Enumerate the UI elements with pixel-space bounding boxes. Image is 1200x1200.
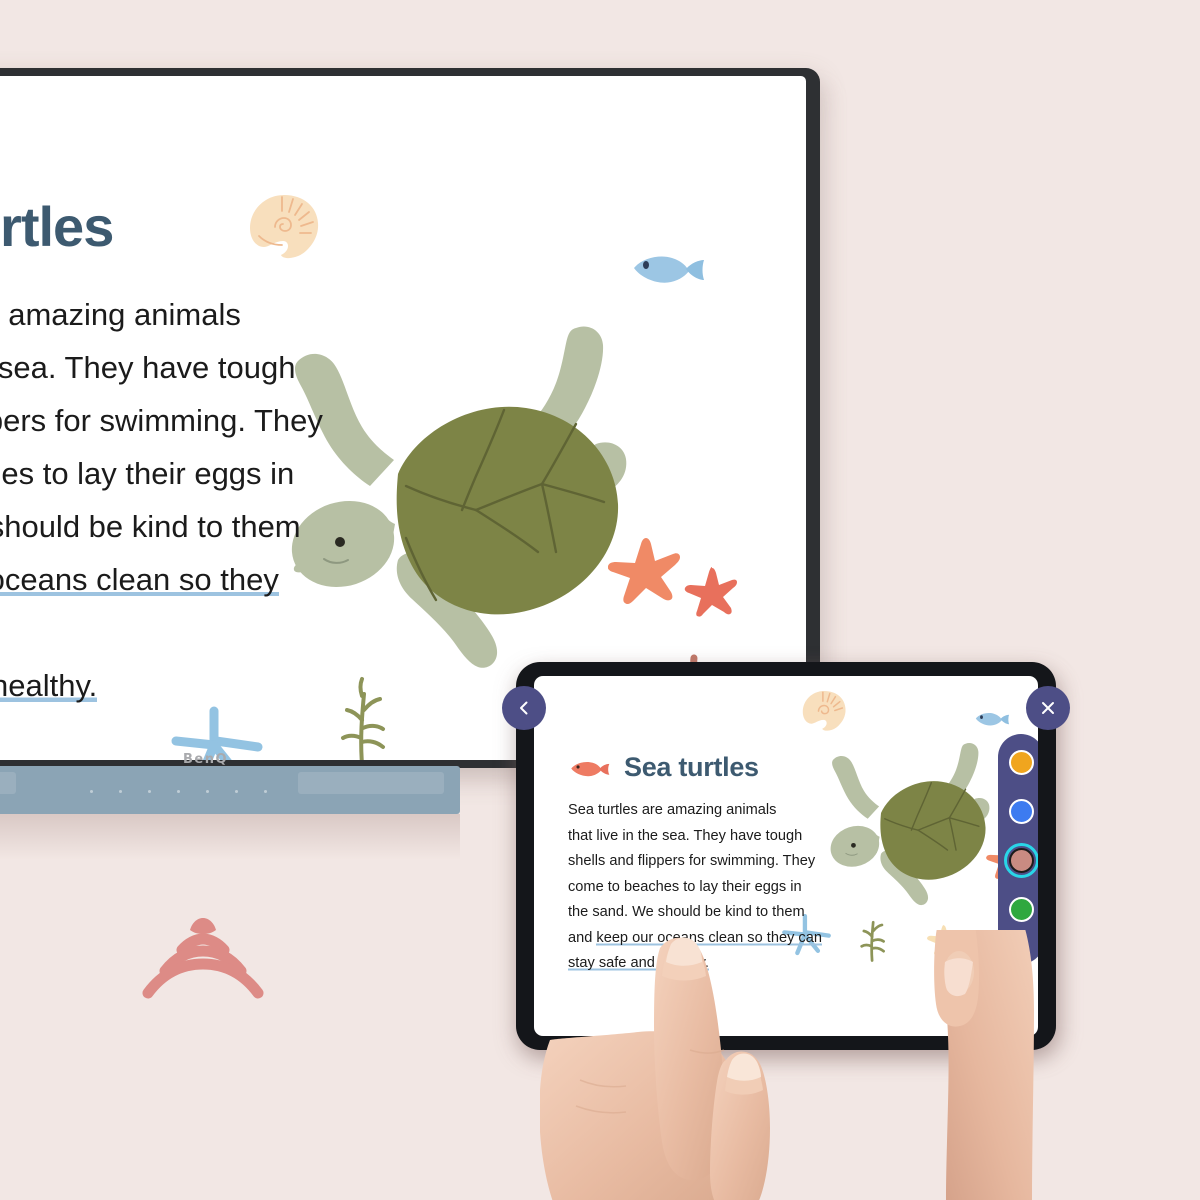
chevron-left-icon	[520, 701, 528, 715]
swatch-blue[interactable]	[1008, 799, 1034, 824]
hands-holding-tablet	[540, 930, 1034, 1200]
tablet-slide-header: Sea turtles	[568, 752, 759, 783]
tablet-line-1: Sea turtles are amazing animals	[568, 802, 777, 818]
slide-line-7: stay safe and healthy.	[0, 659, 328, 712]
tablet-line-4: come to beaches to lay their eggs in	[568, 878, 802, 895]
swatch-green[interactable]	[1008, 897, 1034, 922]
tablet-line-2: that live in the sea. They have tough	[568, 827, 803, 844]
benq-brand-logo: BenQ	[183, 752, 229, 767]
slide-line-1: Sea turtles are amazing animals	[0, 297, 241, 332]
tablet-nautilus-shell-icon	[802, 691, 846, 731]
slide-line-7-highlight: stay safe and healthy.	[0, 668, 98, 703]
tablet-blue-fish-icon	[975, 713, 1010, 726]
starfish-red-icon	[684, 567, 737, 617]
slide-body-text: Sea turtles are amazing animals that liv…	[0, 288, 328, 712]
soundbar-shadow	[0, 814, 460, 860]
display-soundbar	[0, 766, 460, 814]
slide-line-6-highlight: keep our oceans clean so they can	[0, 562, 279, 650]
sea-turtle-illustration	[291, 326, 627, 668]
close-button[interactable]	[1026, 686, 1070, 730]
swatch-rose[interactable]	[1003, 843, 1038, 878]
slide-title: Sea turtles	[0, 195, 114, 258]
close-icon	[1042, 702, 1054, 714]
swatch-orange[interactable]	[1008, 750, 1034, 775]
seaweed-icon	[341, 677, 385, 760]
slide-line-5: the sand. We should be kind to them	[0, 509, 301, 544]
slide-line-6: and keep our oceans clean so they can	[0, 553, 328, 659]
tablet-sea-turtle-illustration	[830, 742, 990, 906]
display-screen[interactable]: Sea turtles Sea turtles are amazing anim…	[0, 76, 806, 760]
fish-icon	[571, 761, 610, 776]
soundbar-buttons	[90, 790, 267, 793]
slide-line-2: that live in the sea. They have tough	[0, 350, 296, 385]
slide-line-4: come to beaches to lay their eggs in	[0, 456, 295, 491]
starfish-coral-icon	[608, 538, 680, 605]
slide-canvas[interactable]: Sea turtles Sea turtles are amazing anim…	[0, 76, 806, 760]
nautilus-shell-icon	[250, 195, 319, 259]
tablet-line-5: the sand. We should be kind to them	[568, 904, 805, 920]
blue-fish-icon	[634, 256, 704, 283]
wireless-cast-signal-icon	[142, 918, 264, 999]
back-button[interactable]	[502, 686, 546, 730]
slide-line-3: shells and flippers for swimming. They	[0, 403, 323, 438]
tablet-slide-title: Sea turtles	[624, 752, 759, 782]
tablet-line-3: shells and flippers for swimming. They	[568, 853, 816, 869]
